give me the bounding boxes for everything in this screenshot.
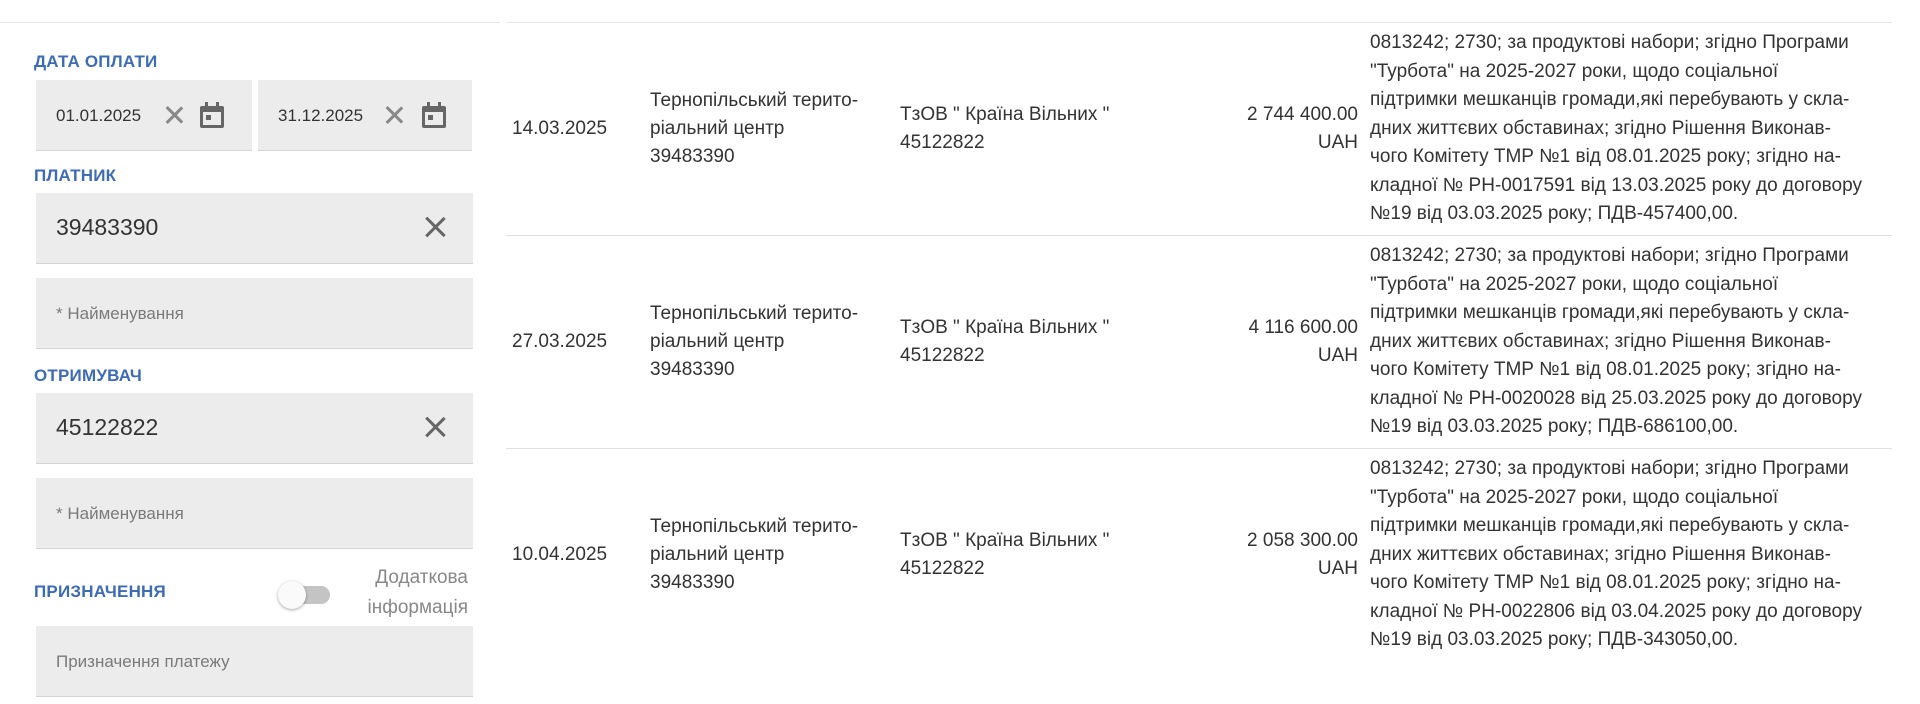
recipient-code-value: 45122822	[56, 414, 159, 440]
payment-date-label: ДАТА ОПЛАТИ	[34, 52, 158, 71]
purpose-label: ПРИЗНАЧЕННЯ	[34, 582, 166, 601]
payer-label: ПЛАТНИК	[34, 166, 117, 185]
amount-cell: 2 744 400.00 UAH	[1247, 104, 1358, 153]
recipient-name-input[interactable]: * Найменування	[36, 478, 473, 549]
clear-recipient-close-icon[interactable]	[422, 414, 448, 440]
payer-name-placeholder: * Найменування	[56, 304, 184, 323]
table-row[interactable]: 27.03.2025 Тернопільський терито- ріальн…	[506, 236, 1892, 449]
description-cell: 0813242; 2730; за продуктові набори; згі…	[1370, 458, 1862, 650]
clear-payer-close-icon[interactable]	[422, 214, 448, 240]
payer-name-input[interactable]: * Найменування	[36, 278, 473, 349]
amount-cell: 4 116 600.00 UAH	[1248, 317, 1358, 366]
date-to-field[interactable]: 31.12.2025	[258, 80, 472, 151]
filter-panel: ДАТА ОПЛАТИ 01.01.2025 31.12.2025 ПЛАТНИ…	[0, 0, 500, 704]
date-cell: 14.03.2025	[512, 118, 608, 139]
recipient-cell: ТзОВ " Країна Вільних " 45122822	[900, 104, 1110, 153]
description-cell: 0813242; 2730; за продуктові набори; згі…	[1370, 32, 1862, 224]
recipient-cell: ТзОВ " Країна Вільних " 45122822	[900, 530, 1110, 579]
payer-cell: Тернопільський терито- ріальний центр 39…	[650, 303, 859, 380]
date-from-value: 01.01.2025	[56, 106, 142, 125]
date-from-field[interactable]: 01.01.2025	[36, 80, 252, 151]
clear-date-from-close-icon[interactable]	[163, 104, 185, 126]
date-cell: 10.04.2025	[512, 544, 608, 565]
purpose-input[interactable]: Призначення платежу	[36, 626, 473, 697]
amount-cell: 2 058 300.00 UAH	[1247, 530, 1358, 579]
clear-date-to-close-icon[interactable]	[383, 104, 405, 126]
payer-cell: Тернопільський терито- ріальний центр 39…	[650, 516, 859, 593]
payer-code-input[interactable]: 39483390	[36, 193, 473, 264]
description-cell: 0813242; 2730; за продуктові набори; згі…	[1370, 245, 1862, 437]
recipient-label: ОТРИМУВАЧ	[34, 366, 143, 385]
divider	[0, 22, 500, 23]
table-row[interactable]: 14.03.2025 Тернопільський терито- ріальн…	[506, 23, 1892, 236]
table-row[interactable]: 10.04.2025 Тернопільський терито- ріальн…	[506, 449, 1892, 663]
payer-code-value: 39483390	[56, 214, 159, 240]
additional-info-toggle[interactable]	[278, 580, 332, 609]
date-to-value: 31.12.2025	[278, 106, 364, 125]
recipient-cell: ТзОВ " Країна Вільних " 45122822	[900, 317, 1110, 366]
date-cell: 27.03.2025	[512, 331, 608, 352]
recipient-code-input[interactable]: 45122822	[36, 393, 473, 464]
recipient-name-placeholder: * Найменування	[56, 504, 184, 523]
additional-info-label: Додаткова інформація	[367, 567, 468, 618]
purpose-placeholder: Призначення платежу	[56, 652, 230, 671]
payer-cell: Тернопільський терито- ріальний центр 39…	[650, 90, 859, 167]
calendar-icon[interactable]	[200, 102, 224, 128]
calendar-icon[interactable]	[422, 102, 446, 128]
